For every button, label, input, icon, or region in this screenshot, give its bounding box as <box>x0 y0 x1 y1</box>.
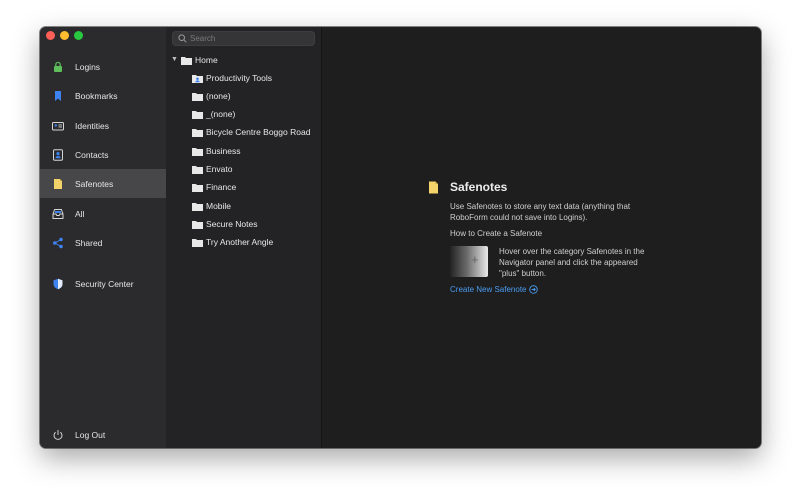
sidebar-item-label: Security Center <box>75 278 134 289</box>
how-to-hint: Hover over the category Safenotes in the… <box>499 247 645 278</box>
contact-icon <box>53 148 63 161</box>
folder-icon <box>192 202 203 211</box>
shared-folder-icon <box>192 74 203 83</box>
note-icon <box>54 178 62 189</box>
sidebar-item-all[interactable]: All <box>40 199 166 228</box>
sidebar-item-label: Bookmarks <box>75 90 118 101</box>
create-link-label: Create New Safenote <box>450 285 527 294</box>
tree-folder-label: Finance <box>206 182 237 192</box>
safenotes-description: Use Safenotes to store any text data (an… <box>450 202 631 222</box>
window-controls <box>46 31 83 40</box>
close-window-button[interactable] <box>46 31 55 40</box>
search-box <box>172 31 315 46</box>
how-to-heading: How to Create a Safenote <box>450 229 543 238</box>
sidebar-item-contacts[interactable]: Contacts <box>40 140 166 169</box>
tree-folder-label: Business <box>206 146 241 156</box>
sidebar-item-label: All <box>75 208 85 219</box>
tree-folder-mobile[interactable]: Mobile <box>192 198 231 214</box>
folder-icon <box>192 92 203 101</box>
lock-icon <box>54 61 62 72</box>
share-icon <box>53 237 63 248</box>
sidebar-item-identities[interactable]: Identities <box>40 111 166 140</box>
sidebar-item-label: Contacts <box>75 149 109 160</box>
logout-label: Log Out <box>75 429 106 440</box>
sidebar: Logins Bookmarks Identities Contacts Saf… <box>40 27 167 448</box>
tree-root-home[interactable]: Home <box>181 52 218 68</box>
plus-icon: + <box>471 252 479 267</box>
tree-folder-envato[interactable]: Envato <box>192 161 232 177</box>
tree-folder-productivity-tools[interactable]: Productivity Tools <box>192 70 272 86</box>
tree-folder-finance[interactable]: Finance <box>192 179 236 195</box>
tree-folder-business[interactable]: Business <box>192 143 241 159</box>
sidebar-item-bookmarks[interactable]: Bookmarks <box>40 81 166 110</box>
content-panel: Safenotes Use Safenotes to store any tex… <box>322 27 761 448</box>
minimize-window-button[interactable] <box>60 31 69 40</box>
folder-icon <box>192 238 203 247</box>
tree-root-label: Home <box>195 55 218 65</box>
arrow-right-circle-icon <box>528 285 538 294</box>
search-icon <box>178 34 187 43</box>
folder-icon <box>181 56 192 65</box>
sidebar-item-security-center[interactable]: Security Center <box>40 269 166 298</box>
create-new-safenote-link[interactable]: Create New Safenote <box>450 285 538 294</box>
folder-icon <box>192 110 203 119</box>
page-title: Safenotes <box>450 180 508 194</box>
shield-icon <box>53 278 63 289</box>
sidebar-item-safenotes[interactable]: Safenotes <box>40 169 166 198</box>
sidebar-item-label: Identities <box>75 120 110 131</box>
tree-folder-secure-notes[interactable]: Secure Notes <box>192 216 258 232</box>
folder-icon <box>192 183 203 192</box>
folder-icon <box>192 147 203 156</box>
sidebar-item-logins[interactable]: Logins <box>40 52 166 81</box>
navigator-panel: ▼ Home Productivity Tools (none) _(none) <box>166 27 322 448</box>
sidebar-item-label: Safenotes <box>75 178 114 189</box>
logout-button[interactable]: Log Out <box>40 420 166 448</box>
zoom-window-button[interactable] <box>74 31 83 40</box>
folder-icon <box>192 165 203 174</box>
tree-folder-bicycle-centre[interactable]: Bicycle Centre Boggo Road <box>192 124 310 140</box>
inbox-icon <box>52 208 64 219</box>
tree-folder-label: _(none) <box>206 109 236 119</box>
note-icon <box>429 181 438 194</box>
app-window: Logins Bookmarks Identities Contacts Saf… <box>40 27 761 448</box>
folder-icon <box>192 128 203 137</box>
tree-folder-label: Mobile <box>206 201 232 211</box>
tree-folder-label: Productivity Tools <box>206 73 272 83</box>
tree-folder-none[interactable]: (none) <box>192 88 231 104</box>
power-icon <box>53 429 63 440</box>
tree-folder-label: (none) <box>206 91 231 101</box>
sidebar-item-shared[interactable]: Shared <box>40 228 166 257</box>
bookmark-icon <box>55 90 61 101</box>
plus-button-preview-image: + <box>450 246 488 277</box>
folder-icon <box>192 220 203 229</box>
tree-folder-label: Try Another Angle <box>206 237 274 247</box>
sidebar-item-label: Shared <box>75 237 103 248</box>
expand-caret-icon[interactable]: ▼ <box>171 56 178 63</box>
tree-folder-label: Envato <box>206 164 233 174</box>
tree-folder-label: Bicycle Centre Boggo Road <box>206 127 311 137</box>
id-card-icon <box>52 121 64 130</box>
search-input[interactable] <box>190 33 308 44</box>
tree-folder-label: Secure Notes <box>206 219 258 229</box>
sidebar-item-label: Logins <box>75 61 101 72</box>
tree-folder-try-another-angle[interactable]: Try Another Angle <box>192 234 273 250</box>
tree-folder-underscore-none[interactable]: _(none) <box>192 106 235 122</box>
